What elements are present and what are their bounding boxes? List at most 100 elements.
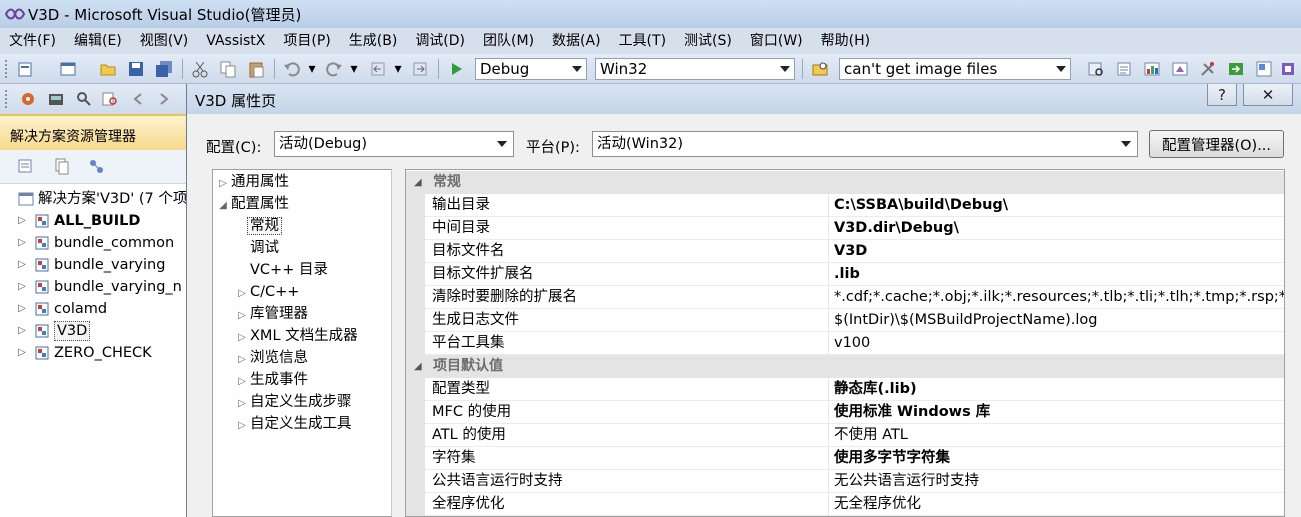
menu-build[interactable]: 生成(B) [340, 29, 407, 53]
project-item-colamd[interactable]: ▷ colamd [0, 298, 186, 320]
close-button[interactable]: ✕ [1243, 84, 1293, 106]
find-references-icon[interactable] [74, 89, 94, 109]
property-row[interactable]: 目标文件名 V3D [406, 240, 1284, 263]
save-icon[interactable] [126, 59, 146, 79]
menu-edit[interactable]: 编辑(E) [65, 29, 131, 53]
show-all-files-icon[interactable] [52, 156, 72, 176]
platform-dropdown[interactable]: 活动(Win32) [592, 131, 1138, 157]
nav-cpp[interactable]: ▷ C/C++ [236, 281, 299, 303]
nav-common-properties[interactable]: ▷ 通用属性 [217, 171, 289, 193]
solution-platform-combo[interactable]: Win32 [595, 58, 795, 80]
nav-librarian[interactable]: ▷ 库管理器 [236, 303, 308, 325]
menu-project[interactable]: 项目(P) [274, 29, 339, 53]
menu-test[interactable]: 测试(S) [675, 29, 741, 53]
menu-file[interactable]: 文件(F) [0, 29, 65, 53]
expand-arrow-icon[interactable]: ▷ [16, 320, 28, 342]
new-project-icon[interactable] [16, 59, 36, 79]
nav-xml-document-generator[interactable]: ▷ XML 文档生成器 [236, 325, 358, 347]
nav-debugging[interactable]: 调试 [250, 237, 279, 259]
expand-arrow-icon[interactable]: ▷ [236, 349, 248, 371]
find-in-files-icon[interactable] [810, 59, 830, 79]
chevron-down-icon[interactable] [1054, 61, 1068, 77]
command-window-icon[interactable] [1226, 59, 1246, 79]
nav-custom-build-tool[interactable]: ▷ 自定义生成工具 [236, 413, 351, 437]
object-browser-icon[interactable] [1142, 59, 1162, 79]
navigate-forward-icon[interactable] [410, 59, 430, 79]
save-all-icon[interactable] [154, 59, 174, 79]
project-item-bundle-varying[interactable]: ▷ bundle_varying [0, 254, 186, 276]
start-page-icon[interactable] [1254, 59, 1274, 79]
property-row[interactable]: 字符集 使用多字节字符集 [406, 447, 1284, 470]
expand-arrow-icon[interactable]: ▷ [236, 371, 248, 393]
navigate-backward-icon[interactable] [368, 59, 388, 79]
expand-arrow-icon[interactable]: ▷ [16, 254, 28, 276]
expand-arrow-icon[interactable]: ▷ [236, 305, 248, 327]
menu-view[interactable]: 视图(V) [131, 29, 198, 53]
chevron-down-icon[interactable] [495, 136, 509, 152]
view-class-diagram-icon[interactable] [86, 156, 106, 176]
category-general[interactable]: ◢ 常规 [406, 171, 1284, 194]
menu-window[interactable]: 窗口(W) [741, 29, 812, 53]
collapse-arrow-icon[interactable]: ◢ [217, 195, 229, 217]
chevron-down-icon[interactable] [570, 61, 584, 77]
undo-dropdown-icon[interactable]: ▾ [306, 59, 318, 79]
nav-general[interactable]: 常规 [247, 215, 282, 237]
properties-icon[interactable] [16, 156, 36, 176]
expand-arrow-icon[interactable]: ▷ [16, 342, 28, 364]
solution-root[interactable]: 解决方案'V3D' (7 个项 [0, 188, 187, 210]
add-item-icon[interactable] [58, 59, 78, 79]
toolbar-grip[interactable] [4, 89, 8, 109]
chevron-down-icon[interactable] [778, 61, 792, 77]
nav-build-events[interactable]: ▷ 生成事件 [236, 369, 308, 391]
solution-configuration-combo[interactable]: Debug [475, 58, 587, 80]
nav-vc-directories[interactable]: VC++ 目录 [250, 259, 328, 281]
property-row[interactable]: MFC 的使用 使用标准 Windows 库 [406, 401, 1284, 424]
undo-icon[interactable] [282, 59, 302, 79]
expand-arrow-icon[interactable]: ▷ [217, 173, 229, 195]
class-view-icon[interactable] [1170, 59, 1190, 79]
configuration-manager-button[interactable]: 配置管理器(O)... [1149, 130, 1284, 158]
expand-arrow-icon[interactable]: ▷ [236, 393, 248, 415]
build-icon[interactable] [46, 89, 66, 109]
property-row[interactable]: 配置类型 静态库(.lib) [406, 378, 1284, 401]
collapse-arrow-icon[interactable]: ◢ [414, 355, 422, 378]
expand-arrow-icon[interactable]: ▷ [236, 415, 248, 437]
project-item-bundle-varying-n[interactable]: ▷ bundle_varying_n [0, 276, 186, 298]
menu-debug[interactable]: 调试(D) [406, 29, 474, 53]
toolbox-icon[interactable] [1198, 59, 1218, 79]
project-item-zero-check[interactable]: ▷ ZERO_CHECK [0, 342, 186, 364]
project-item-v3d[interactable]: ▷ V3D [0, 320, 186, 342]
forward-icon[interactable] [154, 89, 174, 109]
copy-icon[interactable] [218, 59, 238, 79]
build-settings-icon[interactable] [18, 89, 38, 109]
open-file-icon[interactable] [98, 59, 118, 79]
menu-data[interactable]: 数据(A) [543, 29, 610, 53]
menu-vassistx[interactable]: VAssistX [197, 29, 274, 53]
property-row[interactable]: 目标文件扩展名 .lib [406, 263, 1284, 286]
property-row[interactable]: ATL 的使用 不使用 ATL [406, 424, 1284, 447]
find-combo[interactable]: can't get image files [839, 58, 1071, 80]
back-icon[interactable] [128, 89, 148, 109]
menu-tools[interactable]: 工具(T) [610, 29, 675, 53]
expand-arrow-icon[interactable]: ▷ [236, 283, 248, 305]
redo-icon[interactable] [324, 59, 344, 79]
property-row[interactable]: 中间目录 V3D.dir\Debug\ [406, 217, 1284, 240]
category-project-defaults[interactable]: ◢ 项目默认值 [406, 355, 1284, 378]
properties-window-icon[interactable] [1114, 59, 1134, 79]
help-button[interactable]: ? [1207, 84, 1237, 106]
expand-arrow-icon[interactable]: ▷ [16, 210, 28, 232]
menu-help[interactable]: 帮助(H) [812, 29, 879, 53]
paste-icon[interactable] [246, 59, 266, 79]
property-row[interactable]: 生成日志文件 $(IntDir)\$(MSBuildProjectName).l… [406, 309, 1284, 332]
configuration-dropdown[interactable]: 活动(Debug) [274, 131, 514, 157]
nav-custom-build-step[interactable]: ▷ 自定义生成步骤 [236, 391, 351, 415]
redo-dropdown-icon[interactable]: ▾ [348, 59, 360, 79]
project-item-all-build[interactable]: ▷ ALL_BUILD [0, 210, 186, 232]
nav-configuration-properties[interactable]: ◢ 配置属性 [217, 193, 289, 215]
property-row[interactable]: 全程序优化 无全程序优化 [406, 493, 1284, 516]
chevron-down-icon[interactable] [1119, 136, 1133, 152]
navigate-dropdown-icon[interactable]: ▾ [392, 59, 404, 79]
extension-manager-icon[interactable] [1278, 59, 1298, 79]
find-symbol-icon[interactable] [1086, 59, 1106, 79]
property-row[interactable]: 清除时要删除的扩展名 *.cdf;*.cache;*.obj;*.ilk;*.r… [406, 286, 1284, 309]
